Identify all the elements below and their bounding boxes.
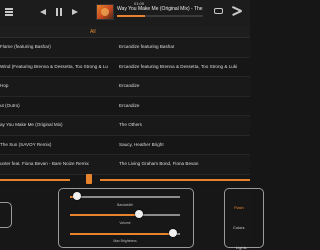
menu-icon-line	[5, 14, 13, 16]
track-title: ut (Outro)	[0, 102, 20, 108]
table-row[interactable]: unter feat. Fiona Bevan - Bare Noize Rem…	[0, 155, 250, 175]
track-list: Flame (featuring Bashar) Ercandize featur…	[0, 38, 250, 175]
table-row[interactable]: Wind (Featuring Brenna & Dessetta, Too S…	[0, 58, 250, 77]
track-artist: Ercandize	[119, 83, 140, 88]
bandwidth-slider-knob[interactable]	[72, 192, 81, 200]
track-title: The Sun (SAVOY Remix)	[0, 141, 52, 147]
max-brightness-slider-fill	[70, 233, 174, 235]
track-title: Hop	[0, 83, 9, 88]
track-title: Flame (featuring Bashar)	[0, 44, 51, 49]
shuffle-icon-line	[232, 9, 242, 16]
menu-icon[interactable]	[5, 8, 13, 10]
table-row[interactable]: The Sun (SAVOY Remix) Saucy, Heather Brig…	[0, 136, 250, 155]
tab-all[interactable]: All	[90, 29, 96, 35]
panel-divider-left	[0, 179, 70, 181]
now-playing-title: Way You Make Me (Original Mix) - The O	[117, 6, 203, 12]
play-pause-icon[interactable]	[56, 8, 58, 16]
track-artist: The Others	[119, 122, 142, 127]
library-tab-bar	[0, 26, 250, 38]
table-row[interactable]: ay You Make Me (Original Mix) The Others	[0, 116, 250, 136]
track-title: Wind (Featuring Brenna & Dessetta, Too S…	[0, 63, 108, 69]
volume-slider[interactable]	[70, 210, 180, 218]
bandwidth-slider[interactable]	[70, 192, 180, 200]
play-pause-icon-bar	[60, 8, 62, 16]
flash-option[interactable]: Flash	[234, 205, 244, 210]
volume-label: Volume	[119, 221, 131, 225]
max-brightness-label: Max Brightness	[113, 239, 137, 243]
playback-progress-fill	[117, 15, 146, 17]
max-brightness-slider[interactable]	[70, 229, 180, 237]
track-artist: The Living Graham Bond, Fiona Bevan	[119, 161, 199, 166]
track-title: ay You Make Me (Original Mix)	[0, 122, 63, 127]
album-artwork[interactable]	[96, 4, 114, 20]
previous-track-icon[interactable]	[40, 9, 46, 15]
playback-progress-bar[interactable]	[117, 15, 203, 17]
light-control-panel: Bandwidth Volume Max Brightness Flash Co…	[0, 186, 264, 250]
left-panel-frame	[0, 202, 12, 228]
track-artist: Ercandize featuring Brenna & Dessetta, T…	[119, 63, 238, 69]
colors-option[interactable]: Colors	[233, 225, 245, 230]
track-artist: Ercandize featuring Bashar	[119, 44, 175, 49]
table-row[interactable]: Hop Ercandize	[0, 77, 250, 97]
table-row[interactable]: ut (Outro) Ercandize	[0, 97, 250, 116]
now-playing-bar: 01:09 Way You Make Me (Original Mix) - T…	[0, 0, 250, 26]
track-title: unter feat. Fiona Bevan - Bare Noize Rem…	[0, 161, 89, 166]
next-track-icon[interactable]	[72, 9, 78, 15]
right-panel-frame	[224, 188, 264, 248]
bandwidth-label: Bandwidth	[117, 203, 133, 207]
volume-slider-fill	[70, 214, 140, 216]
panel-drag-handle[interactable]	[86, 174, 92, 184]
menu-icon-line	[5, 11, 13, 13]
panel-divider-right	[100, 179, 250, 181]
track-artist: Ercandize	[119, 102, 140, 108]
lights-option[interactable]: Lights	[236, 245, 247, 250]
track-artist: Saucy, Heather Bright	[119, 141, 164, 147]
table-row[interactable]: Flame (featuring Bashar) Ercandize featur…	[0, 38, 250, 58]
repeat-icon[interactable]	[214, 8, 223, 14]
